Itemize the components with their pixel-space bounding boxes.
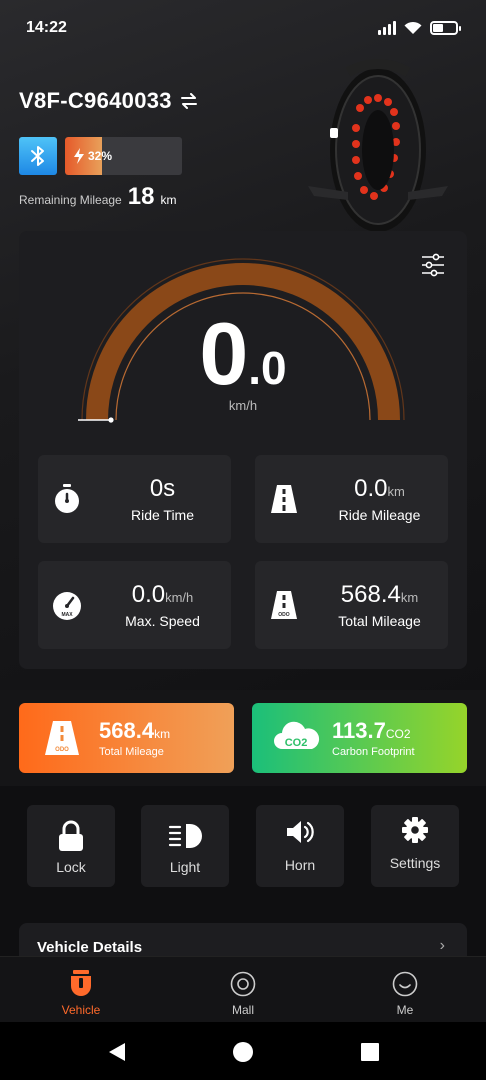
stat-ride-mileage-unit: km <box>387 484 405 499</box>
total-mileage-card-value: 568.4 <box>99 718 155 743</box>
stat-ride-time: 0s Ride Time <box>38 455 231 543</box>
system-nav-bar <box>0 1022 486 1080</box>
stat-total-mileage-value: 568.4 <box>340 581 401 608</box>
stat-ride-mileage-label: Ride Mileage <box>338 507 421 523</box>
stat-ride-mileage: 0.0km Ride Mileage <box>255 455 448 543</box>
settings-button[interactable]: Settings <box>371 805 459 887</box>
bluetooth-icon <box>31 146 44 166</box>
stat-ride-time-value: 0s <box>149 475 176 502</box>
remaining-mileage-label: Remaining Mileage <box>19 193 122 207</box>
carbon-footprint-label: Carbon Footprint <box>332 746 415 758</box>
tab-vehicle-label: Vehicle <box>61 1003 101 1017</box>
horn-label: Horn <box>284 857 316 873</box>
speed-unit: km/h <box>228 398 258 413</box>
wifi-icon <box>404 21 422 34</box>
battery-indicator: 32% <box>65 137 182 175</box>
tab-mall-label: Mall <box>231 1003 254 1017</box>
total-mileage-card-unit: km <box>154 727 171 741</box>
back-icon[interactable] <box>105 1040 129 1064</box>
vehicle-details-title: Vehicle Details <box>37 939 143 956</box>
vehicle-icon <box>71 970 91 996</box>
stat-ride-time-label: Ride Time <box>130 507 195 523</box>
carbon-footprint-card[interactable]: CO2 113.7CO2 Carbon Footprint <box>252 703 467 773</box>
total-mileage-card[interactable]: ODO 568.4km Total Mileage <box>19 703 234 773</box>
battery-percent: 32% <box>88 149 113 163</box>
swap-icon[interactable] <box>180 93 198 109</box>
stat-max-speed-unit: km/h <box>165 590 194 605</box>
lock-button[interactable]: Lock <box>27 805 115 887</box>
stat-max-speed-value: 0.0 <box>131 581 166 608</box>
me-icon <box>392 971 418 997</box>
status-bar: 14:22 <box>0 0 486 56</box>
lock-label: Lock <box>56 859 86 875</box>
unicycle-image <box>308 59 448 232</box>
recents-icon[interactable] <box>358 1040 382 1064</box>
speedometer-max-icon: MAX <box>53 592 81 620</box>
horn-button[interactable]: Horn <box>256 805 344 887</box>
stat-max-speed: MAX 0.0km/h Max. Speed <box>38 561 231 649</box>
status-battery-icon <box>430 21 461 35</box>
settings-label: Settings <box>389 855 441 871</box>
stat-total-mileage-label: Total Mileage <box>338 613 421 629</box>
svg-text:ODO: ODO <box>278 612 290 618</box>
svg-text:MAX: MAX <box>61 612 73 618</box>
road-icon <box>271 485 297 513</box>
status-icons <box>378 21 461 35</box>
signal-icon <box>378 21 396 35</box>
light-label: Light <box>169 859 201 875</box>
tab-me[interactable]: Me <box>324 957 486 1023</box>
speed-decimal: .0 <box>248 342 287 394</box>
bluetooth-button[interactable] <box>19 137 57 175</box>
status-time: 14:22 <box>26 19 67 36</box>
carbon-footprint-value: 113.7 <box>332 718 386 743</box>
remaining-mileage: Remaining Mileage 18 km <box>19 183 176 211</box>
stat-total-mileage-unit: km <box>400 590 419 605</box>
home-icon[interactable] <box>231 1040 255 1064</box>
remaining-mileage-unit: km <box>160 193 177 207</box>
total-mileage-card-label: Total Mileage <box>99 746 164 758</box>
stat-ride-mileage-value: 0.0 <box>354 475 388 502</box>
light-button[interactable]: Light <box>141 805 229 887</box>
gauge-needle-dot <box>108 417 114 423</box>
road-odo-icon: ODO <box>271 591 297 619</box>
stopwatch-icon <box>55 484 79 513</box>
bottom-tab-bar: Vehicle Mall Me <box>0 956 486 1022</box>
tab-me-label: Me <box>396 1003 414 1017</box>
cloud-co2-icon: CO2 <box>274 721 320 749</box>
device-title[interactable]: V8F-C9640033 <box>19 88 198 114</box>
road-odo-icon: ODO <box>45 721 79 755</box>
lightning-icon <box>74 148 84 164</box>
remaining-mileage-value: 18 <box>127 183 155 210</box>
stat-max-speed-label: Max. Speed <box>125 613 200 629</box>
stat-total-mileage: ODO 568.4km Total Mileage <box>255 561 448 649</box>
svg-text:ODO: ODO <box>55 747 69 753</box>
horn-icon <box>287 821 314 843</box>
svg-text:CO2: CO2 <box>285 737 308 749</box>
gear-icon <box>402 817 428 843</box>
lock-icon <box>59 820 83 851</box>
mall-icon <box>230 971 256 997</box>
headlight-icon <box>168 824 202 848</box>
tab-mall[interactable]: Mall <box>162 957 324 1023</box>
device-name: V8F-C9640033 <box>19 88 172 113</box>
speed-integer: 0 <box>199 304 249 403</box>
chevron-right-icon: › <box>439 937 445 954</box>
speed-value: 0.0 <box>0 310 486 398</box>
carbon-footprint-unit: CO2 <box>385 727 411 741</box>
tab-vehicle[interactable]: Vehicle <box>0 957 162 1023</box>
